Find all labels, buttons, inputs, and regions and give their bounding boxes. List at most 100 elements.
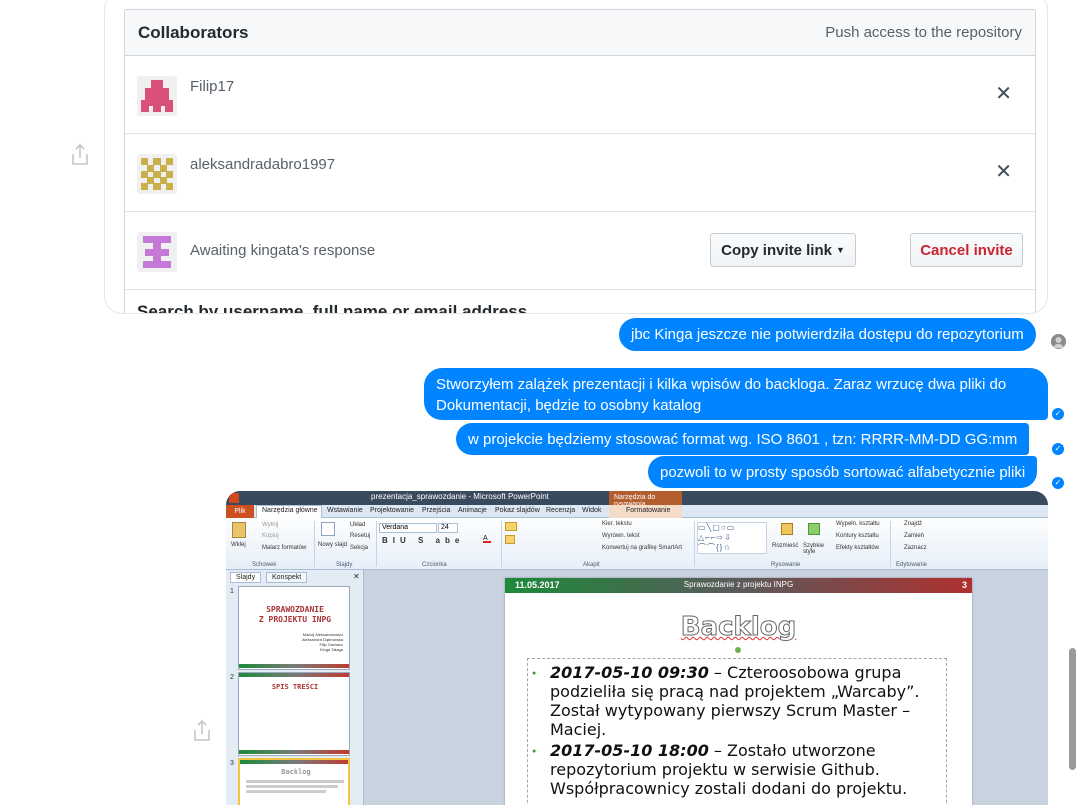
shape-fill-button[interactable]: Wypełn. kształtu [836, 521, 880, 527]
tab-home[interactable]: Narzędzia główne [262, 507, 318, 514]
copy-invite-link-button[interactable]: Copy invite link ▼ [710, 233, 856, 267]
cut-button[interactable]: Wytnij [262, 522, 278, 528]
find-button[interactable]: Znajdź [904, 521, 922, 527]
slides-panel: Slajdy Konspekt ✕ 1 SPRAWOZDANIE Z PROJE… [226, 570, 364, 805]
identicon-icon [137, 154, 177, 194]
group-editing: Edytowanie [896, 562, 928, 568]
ppt-app-icon [229, 493, 239, 503]
shared-image-github[interactable]: Collaborators Push access to the reposit… [104, 0, 1048, 314]
arrange-icon[interactable] [781, 523, 793, 535]
format-painter-button[interactable]: Malarz formatów [262, 545, 306, 551]
font-format-buttons[interactable]: BIU S abe [382, 536, 464, 545]
avatar [137, 154, 177, 194]
text-direction-button[interactable]: Kier. tekstu [602, 521, 632, 527]
slide-thumbnail[interactable]: SPRAWOZDANIE Z PROJEKTU INPG Maciej Alek… [238, 586, 350, 670]
pending-invite-row: Awaiting kingata's response Copy invite … [125, 212, 1035, 290]
avatar [137, 76, 177, 116]
ppt-ribbon: Wklej Wytnij Kopiuj Malarz formatów Scho… [226, 518, 1048, 570]
page-scrollbar[interactable] [1069, 648, 1076, 770]
rotate-handle[interactable] [735, 647, 741, 653]
thumb-number: 2 [230, 674, 234, 681]
current-slide[interactable]: 11.05.2017 Sprawozdanie z projektu INPG … [505, 578, 972, 805]
paste-button[interactable]: Wklej [231, 542, 246, 548]
message-text: pozwoli to w prosty sposób sortować alfa… [660, 464, 1026, 481]
collaborator-row: aleksandradabro1997 ✕ [125, 134, 1035, 212]
font-size-select[interactable]: 24 [438, 523, 458, 533]
message-bubble[interactable]: Stworzyłem zalążek prezentacji i kilka w… [424, 368, 1048, 420]
message-text: w projekcie będziemy stosować format wg.… [468, 431, 1018, 448]
slide-editor-canvas[interactable]: 11.05.2017 Sprawozdanie z projektu INPG … [364, 570, 1048, 805]
collaborator-name[interactable]: aleksandradabro1997 [190, 156, 335, 173]
thumb-author: Kinga Tałaga [319, 647, 343, 652]
backlog-item[interactable]: 2017-05-10 09:30 – Czteroosobowa grupa p… [550, 663, 930, 739]
backlog-item-date: 2017-05-10 09:30 [550, 663, 709, 682]
shape-effects-button[interactable]: Efekty kształtów [836, 545, 879, 551]
align-left-icon[interactable] [505, 535, 515, 544]
paste-icon[interactable] [232, 522, 246, 538]
ppt-ribbon-tabs: Plik Narzędzia główne Wstawianie Projekt… [226, 505, 1048, 519]
replace-button[interactable]: Zamień [904, 533, 924, 539]
layout-button[interactable]: Układ [350, 522, 365, 528]
seen-avatar [1051, 334, 1066, 349]
font-name-value: Verdana [382, 524, 409, 531]
thumb-footer-bar [239, 750, 349, 754]
backlog-item-date: 2017-05-10 18:00 [550, 741, 709, 760]
panel-tab-slides[interactable]: Slajdy [230, 572, 262, 583]
ribbon-separator [376, 521, 377, 567]
identicon-icon [137, 76, 177, 116]
tab-transitions[interactable]: Przejścia [422, 507, 450, 514]
collaborator-name[interactable]: Filip17 [190, 78, 234, 95]
remove-collaborator-button[interactable]: ✕ [995, 82, 1012, 106]
share-icon[interactable] [69, 143, 91, 167]
group-paragraph: Akapit [583, 562, 600, 568]
slide-thumbnail[interactable]: SPIS TREŚCI [238, 672, 350, 756]
quick-styles-icon[interactable] [808, 523, 820, 535]
slide-thumbnail-selected[interactable]: Backlog [238, 758, 350, 805]
close-icon[interactable]: ✕ [353, 572, 360, 581]
section-button[interactable]: Sekcja [350, 545, 368, 551]
tab-animations[interactable]: Animacje [458, 507, 487, 514]
message-bubble[interactable]: pozwoli to w prosty sposób sortować alfa… [648, 456, 1038, 488]
thumb-text-line [246, 780, 344, 783]
new-slide-button[interactable]: Nowy slajd [318, 542, 347, 548]
smartart-button[interactable]: Konwertuj na grafikę SmartArt [602, 545, 682, 551]
message-bubble[interactable]: w projekcie będziemy stosować format wg.… [456, 423, 1030, 455]
font-color-icon[interactable]: A [483, 535, 491, 543]
tab-file[interactable]: Plik [226, 505, 254, 518]
caret-down-icon: ▼ [835, 245, 845, 255]
remove-collaborator-button[interactable]: ✕ [995, 160, 1012, 184]
quick-styles-button[interactable]: Szybkie style [803, 543, 825, 555]
delivered-check-icon: ✓ [1052, 477, 1064, 489]
arrange-button[interactable]: Rozmieść [772, 543, 798, 549]
tab-format[interactable]: Formatowanie [626, 507, 670, 514]
select-button[interactable]: Zaznacz [904, 545, 927, 551]
slide-title[interactable]: Backlog [505, 612, 972, 643]
panel-tab-outline[interactable]: Konspekt [266, 572, 308, 583]
tab-review[interactable]: Recenzja [546, 507, 575, 514]
tab-design[interactable]: Projektowanie [370, 507, 414, 514]
reset-button[interactable]: Resetuj [350, 533, 370, 539]
new-slide-icon[interactable] [321, 522, 335, 536]
tab-insert[interactable]: Wstawianie [327, 507, 363, 514]
cancel-invite-button[interactable]: Cancel invite [910, 233, 1023, 267]
align-text-button[interactable]: Wyrówn. tekst [602, 533, 640, 539]
thumb-title: SPIS TREŚCI [271, 683, 319, 691]
slide-header-title: Sprawozdanie z projektu INPG [683, 580, 794, 589]
avatar [137, 232, 177, 272]
share-icon[interactable] [191, 719, 213, 743]
tab-view[interactable]: Widok [582, 507, 601, 514]
bullets-icon[interactable] [505, 522, 517, 531]
group-drawing: Rysowanie [771, 562, 801, 568]
shape-outline-button[interactable]: Kontury kształtu [836, 533, 879, 539]
search-input[interactable]: Search by username, full name or email a… [137, 302, 527, 313]
copy-button[interactable]: Kopiuj [262, 533, 279, 539]
delivered-check-icon: ✓ [1052, 443, 1064, 455]
backlog-item[interactable]: 2017-05-10 18:00 – Zostało utworzone rep… [550, 741, 930, 798]
tab-slideshow[interactable]: Pokaz slajdów [495, 507, 540, 514]
font-name-select[interactable]: Verdana [379, 523, 437, 533]
shapes-gallery[interactable]: ▭╲▢○▭ △⌐⌐⇨⇩ ⌒⌒{}☆ [697, 522, 767, 554]
bullet-icon: ● [532, 670, 537, 677]
bullet-icon: ● [532, 748, 537, 755]
shared-image-powerpoint[interactable]: prezentacja_sprawozdanie - Microsoft Pow… [226, 491, 1048, 805]
message-bubble[interactable]: jbc Kinga jeszcze nie potwierdziła dostę… [619, 318, 1036, 351]
